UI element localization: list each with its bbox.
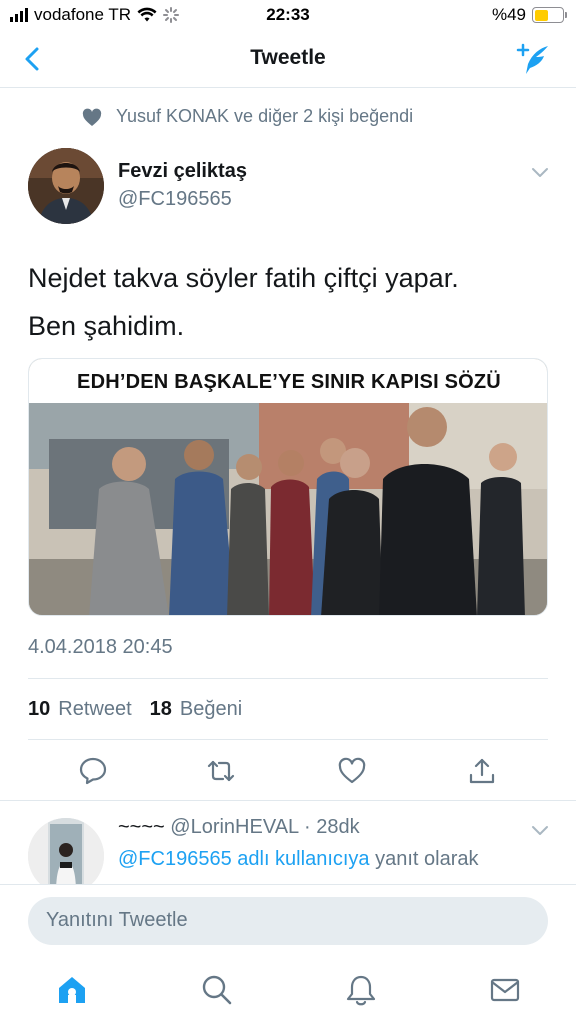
media-headline: EDH’DEN BAŞKALE’YE SINIR KAPISI SÖZÜ [35,367,543,397]
like-context: Yusuf KONAK ve diğer 2 kişi beğendi [82,106,414,127]
status-right: %49 [491,5,567,25]
home-icon[interactable] [54,972,90,1008]
reply-context: @FC196565 adlı kullanıcıya yanıt olarak [118,848,479,871]
replying-to-suffix: yanıt olarak [375,848,479,870]
tweet-timestamp: 4.04.2018 20:45 [28,636,173,658]
replying-to-link[interactable]: @FC196565 adlı kullanıcıya [118,848,370,870]
reply-compose-bar: Yanıtını Tweetle [0,884,576,956]
like-context-text: Yusuf KONAK ve diğer 2 kişi beğendi [116,106,414,126]
tweet-text-line-1: Nejdet takva söyler fatih çiftçi yapar. [28,263,459,293]
tweet-media-photo[interactable]: EDH’DEN BAŞKALE’YE SINIR KAPISI SÖZÜ [28,358,548,616]
notifications-bell-icon[interactable] [343,972,379,1008]
retweet-icon[interactable] [206,756,236,786]
chevron-down-icon[interactable] [530,820,550,840]
like-count[interactable]: 18 [150,698,172,721]
tab-bar [0,956,576,1024]
reply-age: · 28dk [303,816,360,838]
share-icon[interactable] [467,756,497,786]
status-bar: vodafone TR 22:33 %49 [0,0,576,32]
like-heart-icon[interactable] [337,756,367,786]
clock: 22:33 [266,5,310,24]
author-handle[interactable]: @FC196565 [118,188,232,211]
reply-header[interactable]: ~~~~ @LorinHEVAL · 28dk [118,816,360,839]
author-avatar[interactable] [28,148,104,224]
tweet-stats: 10 Retweet 18 Beğeni [28,678,548,740]
navigation-bar: Tweetle [0,32,576,88]
heart-icon [82,108,102,126]
reply-avatar[interactable] [28,818,104,894]
tweet-text: Nejdet takva söyler fatih çiftçi yapar. … [28,254,548,350]
retweet-count[interactable]: 10 [28,698,50,721]
reply-display-name[interactable]: ~~~~ [118,816,165,838]
battery-fill [534,9,548,21]
page-title: Tweetle [250,46,326,69]
author-name[interactable]: Fevzi çeliktaş [118,160,247,183]
reply-avatar-photo [28,818,104,894]
battery-percent: %49 [491,5,526,24]
retweet-label[interactable]: Retweet [58,698,131,721]
search-icon[interactable] [199,972,235,1008]
divider [0,800,576,801]
tweet-text-line-2: Ben şahidim. [28,311,185,341]
reply-input[interactable]: Yanıtını Tweetle [28,897,548,945]
battery-icon [532,7,567,23]
chevron-down-icon[interactable] [530,162,550,182]
reply-icon[interactable] [78,756,108,786]
tweet-actions [0,748,576,794]
reply-handle[interactable]: @LorinHEVAL [170,816,298,838]
avatar-photo [28,148,104,224]
messages-envelope-icon[interactable] [487,972,523,1008]
like-label[interactable]: Beğeni [180,698,242,721]
compose-tweet-icon[interactable] [514,40,554,80]
